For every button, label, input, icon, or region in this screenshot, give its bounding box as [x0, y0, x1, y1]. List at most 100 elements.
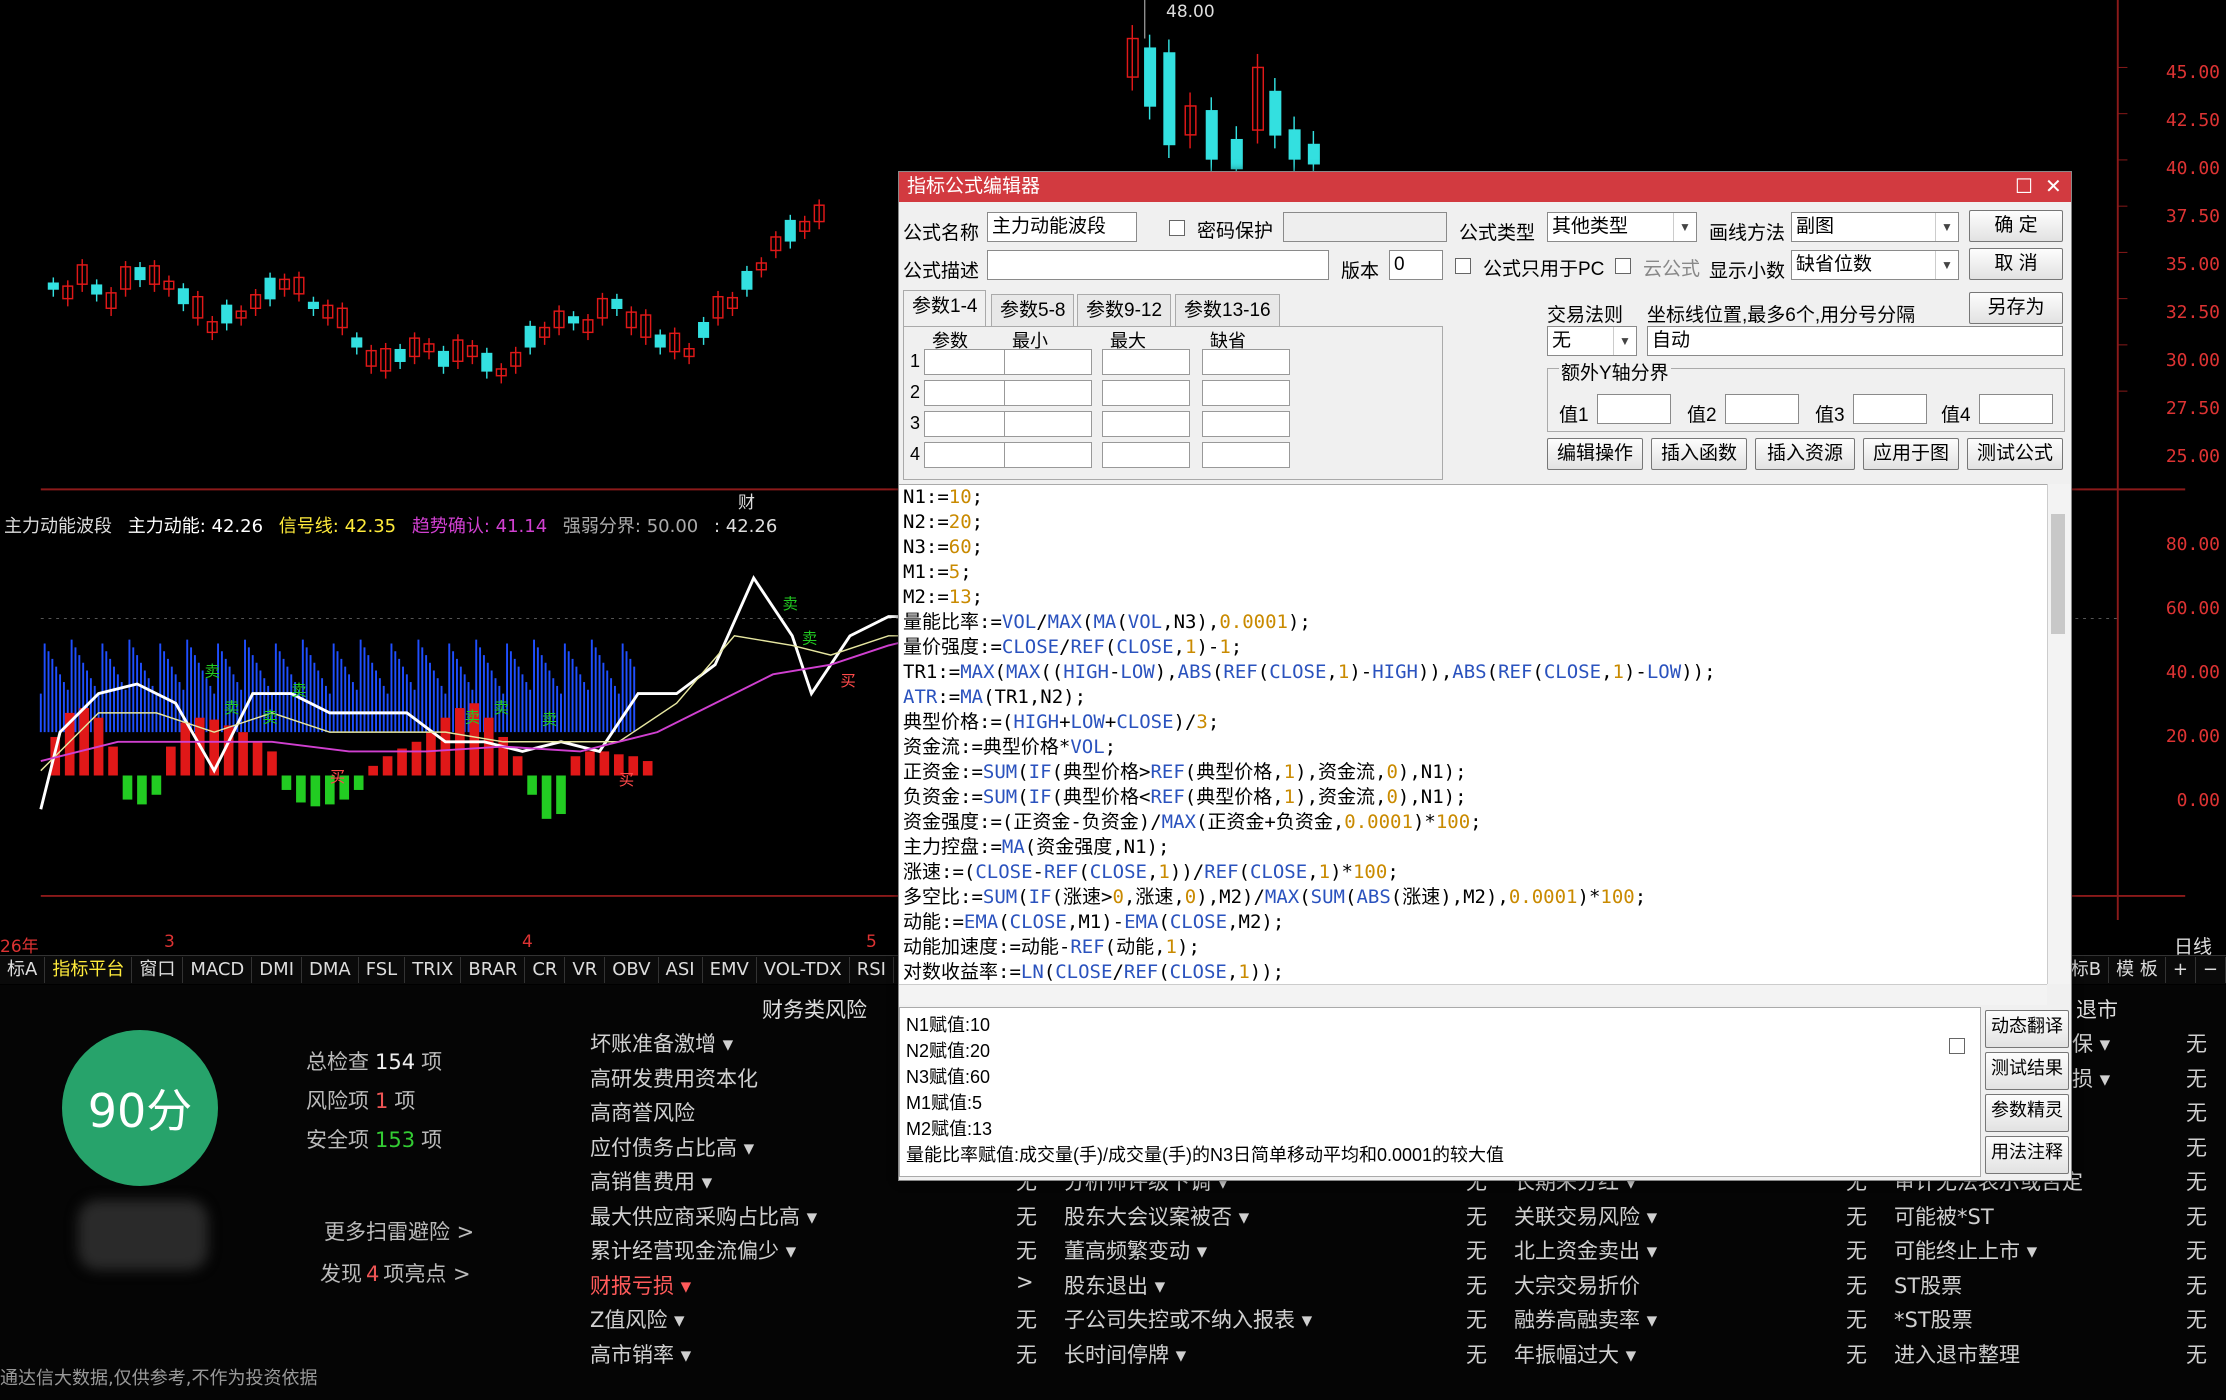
tab-trix[interactable]: TRIX: [405, 957, 462, 983]
formula-name-input[interactable]: 主力动能波段: [987, 212, 1137, 242]
param-cell[interactable]: [1102, 349, 1190, 375]
tab-params-5-8[interactable]: 参数5-8: [991, 294, 1075, 327]
edit-ops-button[interactable]: 编辑操作: [1547, 438, 1643, 470]
param-cell[interactable]: [1202, 442, 1290, 468]
formula-type-select[interactable]: 其他类型 ▼: [1547, 212, 1697, 242]
tab-emv[interactable]: EMV: [703, 957, 757, 983]
param-cell[interactable]: [924, 349, 1012, 375]
tab-right-1[interactable]: 模 板: [2109, 957, 2166, 983]
trade-rule-select[interactable]: 无 ▼: [1547, 326, 1637, 356]
param-cell[interactable]: [1202, 380, 1290, 406]
tab-right-3[interactable]: −: [2196, 957, 2226, 983]
tab-macd[interactable]: MACD: [183, 957, 253, 983]
tab-fsl[interactable]: FSL: [359, 957, 406, 983]
code-line[interactable]: 动能加速度:=动能-REF(动能,1);: [899, 935, 2047, 960]
risk-label: 风险项: [306, 1089, 369, 1113]
y2-input[interactable]: [1725, 394, 1799, 424]
usage-notes-button[interactable]: 用法注释: [1985, 1136, 2069, 1174]
close-icon[interactable]: ✕: [2045, 172, 2062, 202]
cancel-button[interactable]: 取 消: [1969, 248, 2063, 280]
tab-params-9-12[interactable]: 参数9-12: [1077, 294, 1172, 327]
code-line[interactable]: M2:=13;: [899, 585, 2047, 610]
code-line[interactable]: ATR:=MA(TR1,N2);: [899, 685, 2047, 710]
more-scan-link[interactable]: 更多扫雷避险 >: [324, 1216, 474, 1246]
decimals-select[interactable]: 缺省位数 ▼: [1791, 250, 1959, 280]
param-cell[interactable]: [1004, 442, 1092, 468]
param-cell[interactable]: [924, 442, 1012, 468]
message-checkbox[interactable]: [1949, 1038, 1965, 1054]
insert-function-button[interactable]: 插入函数: [1651, 438, 1747, 470]
y3-input[interactable]: [1853, 394, 1927, 424]
test-result-button[interactable]: 测试结果: [1985, 1052, 2069, 1090]
scroll-thumb[interactable]: [2051, 514, 2065, 634]
code-line[interactable]: 正资金:=SUM(IF(典型价格>REF(典型价格,1),资金流,0),N1);: [899, 760, 2047, 785]
draw-method-select[interactable]: 副图 ▼: [1791, 212, 1959, 242]
param-cell[interactable]: [1004, 349, 1092, 375]
code-line[interactable]: N2:=20;: [899, 510, 2047, 535]
password-checkbox[interactable]: [1169, 220, 1185, 236]
tab-rsi[interactable]: RSI: [850, 957, 894, 983]
param-cell[interactable]: [1004, 411, 1092, 437]
code-line[interactable]: M1:=5;: [899, 560, 2047, 585]
tab-params-1-4[interactable]: 参数1-4: [903, 290, 987, 327]
code-line[interactable]: 典型价格:=(HIGH+LOW+CLOSE)/3;: [899, 710, 2047, 735]
tab-指标平台[interactable]: 指标平台: [45, 957, 133, 983]
maximize-icon[interactable]: ☐: [2015, 172, 2033, 202]
tab-right-2[interactable]: +: [2166, 957, 2196, 983]
coord-input[interactable]: 自动: [1647, 326, 2063, 356]
pc-only-checkbox[interactable]: [1455, 258, 1471, 274]
cloud-checkbox[interactable]: [1615, 258, 1631, 274]
horizontal-scrollbar[interactable]: [899, 984, 2047, 1005]
param-cell[interactable]: [1004, 380, 1092, 406]
y4-input[interactable]: [1979, 394, 2053, 424]
financial-marker[interactable]: 财: [738, 488, 755, 513]
tab-brar[interactable]: BRAR: [461, 957, 526, 983]
code-line[interactable]: 涨速:=(CLOSE-REF(CLOSE,1))/REF(CLOSE,1)*10…: [899, 860, 2047, 885]
insert-resource-button[interactable]: 插入资源: [1755, 438, 1855, 470]
y-axis-label: 额外Y轴分界: [1559, 358, 1671, 385]
code-line[interactable]: 量价强度:=CLOSE/REF(CLOSE,1)-1;: [899, 635, 2047, 660]
vertical-scrollbar[interactable]: [2047, 484, 2070, 984]
apply-to-chart-button[interactable]: 应用于图: [1863, 438, 1959, 470]
param-cell[interactable]: [1102, 442, 1190, 468]
tab-obv[interactable]: OBV: [605, 957, 659, 983]
code-line[interactable]: 多空比:=SUM(IF(涨速>0,涨速,0),M2)/MAX(SUM(ABS(涨…: [899, 885, 2047, 910]
code-line[interactable]: 对数收益率:=LN(CLOSE/REF(CLOSE,1));: [899, 960, 2047, 985]
param-cell[interactable]: [924, 411, 1012, 437]
tab-标a[interactable]: 标A: [0, 957, 46, 983]
param-cell[interactable]: [1202, 411, 1290, 437]
code-line[interactable]: 负资金:=SUM(IF(典型价格<REF(典型价格,1),资金流,0),N1);: [899, 785, 2047, 810]
password-input[interactable]: [1283, 212, 1447, 242]
tab-窗口[interactable]: 窗口: [132, 957, 184, 983]
tab-cr[interactable]: CR: [525, 957, 566, 983]
param-cell[interactable]: [1202, 349, 1290, 375]
dynamic-translate-button[interactable]: 动态翻译: [1985, 1010, 2069, 1048]
formula-code-editor[interactable]: N1:=10; N2:=20; N3:=60; M1:=5; M2:=13; 量能比率:=…: [899, 484, 2047, 985]
code-line[interactable]: TR1:=MAX(MAX((HIGH-LOW),ABS(REF(CLOSE,1)…: [899, 660, 2047, 685]
tab-vr[interactable]: VR: [565, 957, 606, 983]
code-line[interactable]: 资金强度:=(正资金-负资金)/MAX(正资金+负资金,0.0001)*100;: [899, 810, 2047, 835]
tab-vol-tdx[interactable]: VOL-TDX: [757, 957, 850, 983]
code-line[interactable]: 资金流:=典型价格*VOL;: [899, 735, 2047, 760]
code-line[interactable]: 主力控盘:=MA(资金强度,N1);: [899, 835, 2047, 860]
save-as-button[interactable]: 另存为: [1969, 292, 2063, 324]
code-line[interactable]: N1:=10;: [899, 485, 2047, 510]
code-line[interactable]: 动能:=EMA(CLOSE,M1)-EMA(CLOSE,M2);: [899, 910, 2047, 935]
param-cell[interactable]: [924, 380, 1012, 406]
tab-dma[interactable]: DMA: [302, 957, 359, 983]
tab-asi[interactable]: ASI: [659, 957, 703, 983]
code-line[interactable]: 量能比率:=VOL/MAX(MA(VOL,N3),0.0001);: [899, 610, 2047, 635]
ok-button[interactable]: 确 定: [1969, 210, 2063, 242]
version-input[interactable]: 0: [1389, 250, 1443, 280]
param-wizard-button[interactable]: 参数精灵: [1985, 1094, 2069, 1132]
tab-params-13-16[interactable]: 参数13-16: [1175, 294, 1280, 327]
y1-input[interactable]: [1597, 394, 1671, 424]
tab-dmi[interactable]: DMI: [252, 957, 302, 983]
param-cell[interactable]: [1102, 380, 1190, 406]
highlights-link[interactable]: 发现 4 项亮点 >: [320, 1258, 471, 1288]
code-line[interactable]: N3:=60;: [899, 535, 2047, 560]
formula-desc-input[interactable]: [987, 250, 1329, 280]
dialog-title[interactable]: 指标公式编辑器: [899, 172, 2071, 202]
param-cell[interactable]: [1102, 411, 1190, 437]
test-formula-button[interactable]: 测试公式: [1967, 438, 2063, 470]
